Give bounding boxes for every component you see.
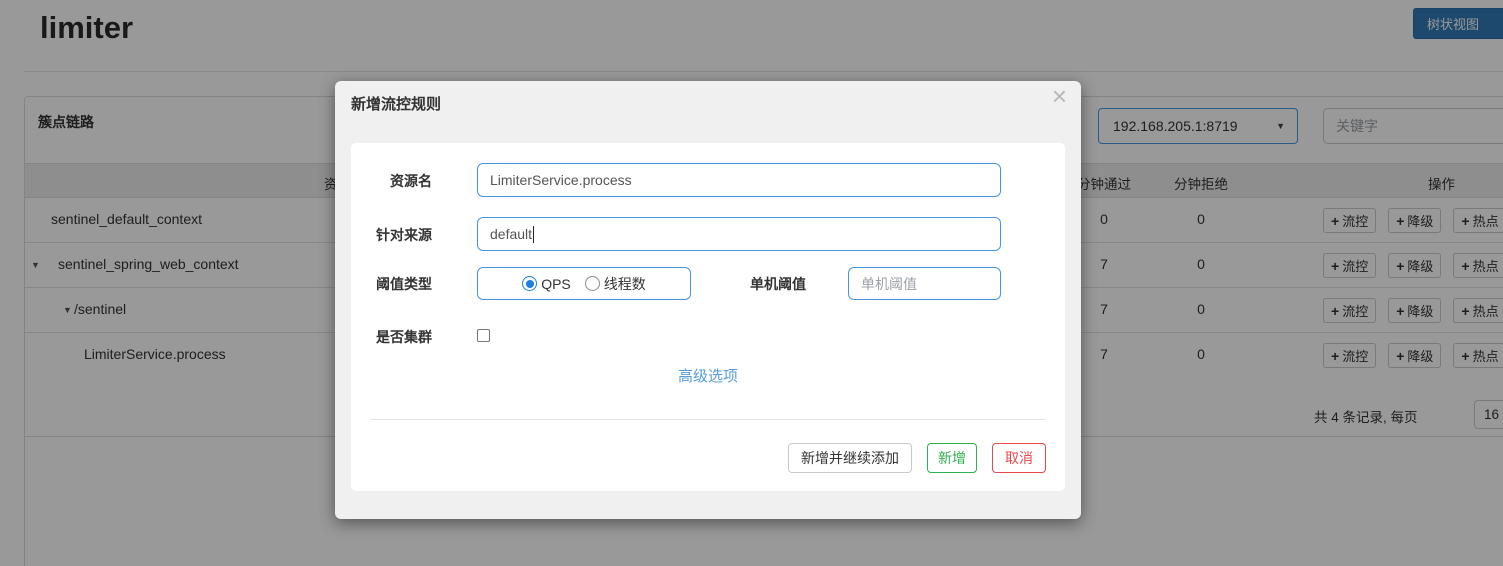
threshold-type-label: 阈值类型 <box>351 274 432 294</box>
radio-selected-icon <box>522 276 537 291</box>
advanced-options-link[interactable]: 高级选项 <box>351 365 1065 386</box>
single-machine-threshold-input[interactable] <box>848 267 1001 300</box>
radio-option-qps[interactable]: QPS <box>522 276 571 292</box>
radio-unselected-icon <box>585 276 600 291</box>
dialog-form: 资源名 针对来源 default 阈值类型 QPS 线程数 单机阈值 是 <box>351 143 1065 491</box>
threshold-type-radio-group: QPS 线程数 <box>477 267 691 300</box>
radio-option-thread-count[interactable]: 线程数 <box>585 274 646 294</box>
add-button[interactable]: 新增 <box>927 443 977 473</box>
origin-label: 针对来源 <box>351 225 432 245</box>
close-icon[interactable]: × <box>1052 83 1067 109</box>
add-flow-rule-dialog: 新增流控规则 × 资源名 针对来源 default 阈值类型 QPS 线程数 <box>335 81 1081 519</box>
origin-input-value: default <box>490 226 532 242</box>
cluster-checkbox[interactable] <box>477 329 490 342</box>
origin-input[interactable]: default <box>477 217 1001 251</box>
text-cursor <box>533 226 534 243</box>
resource-name-input[interactable] <box>477 163 1001 197</box>
resource-name-label: 资源名 <box>351 171 432 191</box>
footer-divider <box>370 419 1046 420</box>
dialog-title: 新增流控规则 <box>351 93 441 114</box>
app-window: limiter 树状视图 簇点链路 192.168.205.1:8719 ▼ 资… <box>0 0 1503 566</box>
cluster-label: 是否集群 <box>351 327 432 347</box>
cancel-button[interactable]: 取消 <box>992 443 1046 473</box>
single-machine-threshold-label: 单机阈值 <box>750 274 806 294</box>
dialog-footer: 新增并继续添加 新增 取消 <box>788 443 1046 473</box>
add-and-continue-button[interactable]: 新增并继续添加 <box>788 443 912 473</box>
